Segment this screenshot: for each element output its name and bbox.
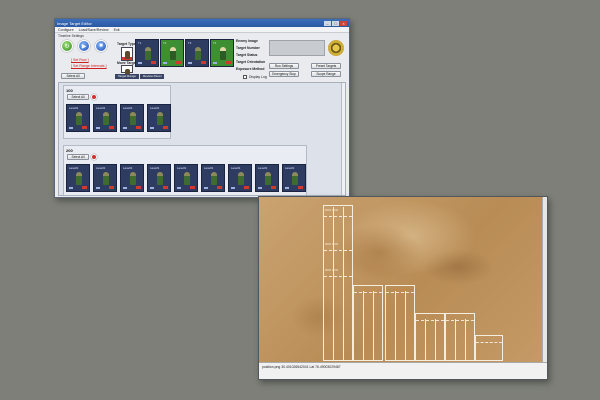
lane-card[interactable]: Lane#1 xyxy=(93,164,117,192)
range-lane-rect[interactable] xyxy=(353,285,383,361)
menu-load-save[interactable]: Load/Save/Review xyxy=(79,28,109,32)
lane-card[interactable]: Lane#1 xyxy=(120,104,144,132)
play-icon[interactable]: ▶ xyxy=(78,40,90,52)
lane-card[interactable]: Lane#1 xyxy=(120,164,144,192)
group-select-all-button[interactable]: Select All xyxy=(67,94,89,100)
set-row-link[interactable]: [ Set Row ] xyxy=(71,58,89,62)
lane-card[interactable]: Lane#1 xyxy=(147,104,171,132)
target-number-label: Target Number xyxy=(236,46,260,50)
group-caption: Timeline Settings xyxy=(58,34,84,38)
target-status-label: Target Status xyxy=(236,53,258,57)
window-title: Image Target Editor xyxy=(57,20,92,26)
lane-card[interactable]: Lane#1 xyxy=(282,164,306,192)
target-editor-window: Image Target Editor – □ × Configure Load… xyxy=(54,18,350,198)
lane-group: 200 Select All Lane#1 Lane#1 Lane#1 Lane… xyxy=(63,145,307,195)
range-lane-rect[interactable] xyxy=(385,285,415,361)
enemy-image-label: Enemy Image xyxy=(236,39,258,43)
lane-card[interactable]: Lane#1 xyxy=(66,104,90,132)
range-lane-rect[interactable] xyxy=(415,313,445,361)
status-text: position.png 30.401026542041 Lat 76.4900… xyxy=(262,365,341,369)
range-lane-rect[interactable] xyxy=(475,335,503,361)
unit-logo-icon xyxy=(328,40,344,56)
top-target-card[interactable]: T3 xyxy=(185,39,209,67)
set-range-link[interactable]: [ Set Range Intervals ] xyxy=(71,64,107,68)
display-log-checkbox[interactable] xyxy=(243,75,247,79)
lane-card[interactable]: Lane#1 xyxy=(201,164,225,192)
stop-icon[interactable]: ■ xyxy=(95,40,107,52)
preview-box xyxy=(269,40,325,56)
lane-card[interactable]: Lane#1 xyxy=(228,164,252,192)
range-map-window: 0000 0000 0000 0000 0000 0000 position.p… xyxy=(258,196,548,380)
top-target-card[interactable]: T4 xyxy=(210,39,234,67)
lane-card[interactable]: Lane#1 xyxy=(147,164,171,192)
scope-range-button[interactable]: Scope Range xyxy=(311,71,341,77)
lane-card[interactable]: Lane#1 xyxy=(255,164,279,192)
move-target-icon[interactable] xyxy=(121,65,133,77)
status-bar: position.png 30.401026542041 Lat 76.4900… xyxy=(259,362,547,379)
refresh-icon[interactable]: ↻ xyxy=(61,40,73,52)
satellite-map[interactable]: 0000 0000 0000 0000 0000 0000 xyxy=(259,197,547,362)
display-log-label: Display Log xyxy=(249,75,267,79)
lane-card[interactable]: Lane#1 xyxy=(174,164,198,192)
range-lane-rect[interactable]: 0000 0000 0000 0000 0000 0000 xyxy=(323,205,353,361)
menu-bar: Configure Load/Save/Review Exit xyxy=(55,27,349,33)
minimize-button[interactable]: – xyxy=(324,20,331,26)
group-select-all-button[interactable]: Select All xyxy=(67,154,89,160)
tab-strip: Target Range Review Panel xyxy=(115,74,165,79)
top-target-card[interactable]: T1 xyxy=(135,39,159,67)
remove-icon[interactable] xyxy=(91,94,97,100)
vertical-scrollbar[interactable] xyxy=(341,83,345,195)
maximize-button[interactable]: □ xyxy=(332,20,339,26)
preset-targets-button[interactable]: Preset Targets xyxy=(311,63,341,69)
map-scrollbar[interactable] xyxy=(542,197,547,362)
emergency-stop-button[interactable]: Emergency Stop xyxy=(269,71,299,77)
exposure-method-label: Exposure Method xyxy=(236,67,265,71)
select-all-button[interactable]: Select All xyxy=(61,73,85,79)
target-type-label: Target Type: xyxy=(117,42,137,46)
menu-configure[interactable]: Configure xyxy=(58,28,74,32)
tab-review-panel[interactable]: Review Panel xyxy=(140,74,165,79)
title-bar: Image Target Editor – □ × xyxy=(55,19,349,27)
lane-card[interactable]: Lane#1 xyxy=(66,164,90,192)
tab-target-range[interactable]: Target Range xyxy=(115,74,140,79)
group-title: 100 xyxy=(66,88,73,93)
close-button[interactable]: × xyxy=(340,20,347,26)
group-title: 200 xyxy=(66,148,73,153)
top-target-card[interactable]: T2 xyxy=(160,39,184,67)
menu-exit[interactable]: Exit xyxy=(114,28,120,32)
lane-panel: 100 Select All Lane#1 Lane#1 Lane#1 Lane… xyxy=(58,82,346,196)
remove-icon[interactable] xyxy=(91,154,97,160)
target-type-icon[interactable] xyxy=(121,47,133,61)
run-settings-button[interactable]: Run Settings xyxy=(269,63,299,69)
lane-group: 100 Select All Lane#1 Lane#1 Lane#1 Lane… xyxy=(63,85,171,139)
target-orientation-label: Target Orientation xyxy=(236,60,266,64)
lane-card[interactable]: Lane#1 xyxy=(93,104,117,132)
range-lane-rect[interactable] xyxy=(445,313,475,361)
